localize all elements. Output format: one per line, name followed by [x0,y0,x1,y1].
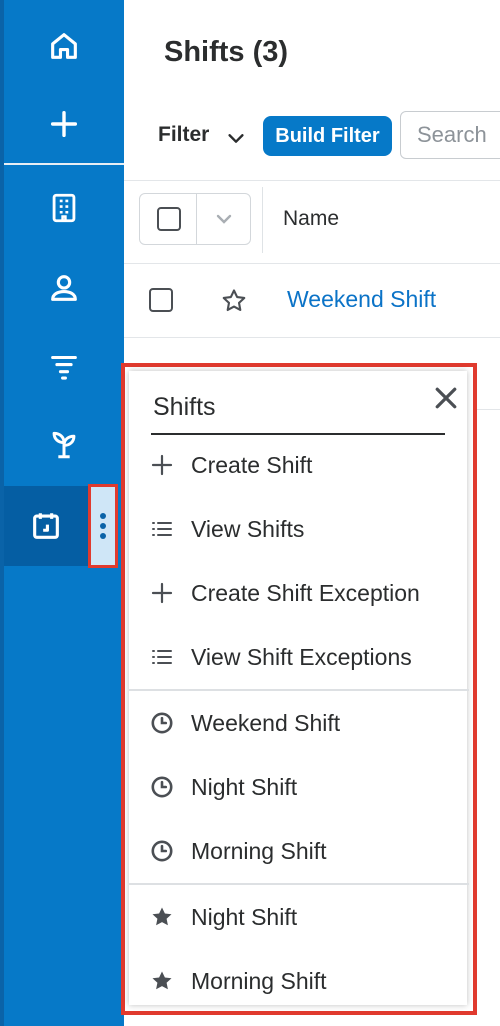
sidebar-item-home[interactable] [4,6,124,86]
module-menu-button[interactable] [88,484,118,568]
menu-item-label: Night Shift [191,903,298,930]
build-filter-button[interactable]: Build Filter [263,116,392,156]
module-menu: Shifts Create Shift View Shifts Create S… [129,371,469,1007]
menu-item-label: Night Shift [191,773,298,800]
menu-item-label: Morning Shift [191,967,327,994]
sidebar-item-contacts[interactable] [4,248,124,328]
menu-item-view-shifts[interactable]: View Shifts [129,503,469,555]
menu-item-label: Weekend Shift [191,709,341,736]
filter-icon [51,355,77,380]
menu-item-favorite[interactable]: Morning Shift [129,955,469,1007]
plus-icon [149,452,175,478]
menu-divider [129,883,469,885]
list-icon [149,516,175,542]
chevron-down-icon[interactable] [212,207,236,231]
close-icon[interactable] [431,383,461,413]
filter-dropdown[interactable]: Filter [158,123,209,147]
menu-item-label: View Shifts [191,515,305,542]
plus-icon [149,580,175,606]
menu-item-label: Morning Shift [191,837,327,864]
search-input[interactable]: Search [400,111,500,159]
menu-item-view-shift-exceptions[interactable]: View Shift Exceptions [129,631,469,683]
home-icon [51,33,77,59]
menu-divider [129,689,469,691]
star-icon [149,904,175,930]
clock-icon [149,838,175,864]
menu-item-create-shift-exception[interactable]: Create Shift Exception [129,567,469,619]
chevron-down-icon[interactable] [225,127,247,149]
menu-item-label: View Shift Exceptions [191,643,412,670]
column-header-name[interactable]: Name [283,207,339,231]
menu-item-label: Create Shift Exception [191,579,420,606]
select-all-checkbox[interactable] [157,207,181,231]
clock-icon [149,710,175,736]
column-divider [262,187,263,253]
plus-icon [50,110,78,138]
menu-title: Shifts [153,393,216,421]
divider [196,194,197,244]
page-title: Shifts (3) [164,36,289,68]
module-menu-highlight: Shifts Create Shift View Shifts Create S… [121,363,477,1015]
kebab-icon [100,513,106,539]
row-checkbox[interactable] [149,288,173,312]
star-icon [149,968,175,994]
menu-item-recent[interactable]: Weekend Shift [129,697,469,749]
sidebar-item-filter[interactable] [4,326,124,406]
list-icon [149,644,175,670]
calendar-icon [33,513,59,539]
clock-icon [149,774,175,800]
sprout-icon [52,431,76,459]
menu-item-create-shift[interactable]: Create Shift [129,439,469,491]
sidebar-item-create[interactable] [4,84,124,164]
menu-item-favorite[interactable]: Night Shift [129,891,469,943]
sidebar-divider [4,163,124,165]
sidebar-item-accounts[interactable] [4,168,124,248]
menu-item-recent[interactable]: Night Shift [129,761,469,813]
building-icon [52,193,76,223]
menu-item-label: Create Shift [191,451,313,478]
sidebar-item-opportunities[interactable] [4,404,124,484]
mass-select-control[interactable] [139,193,251,245]
star-outline-icon[interactable] [220,287,248,315]
menu-item-recent[interactable]: Morning Shift [129,825,469,877]
sidebar-item-shifts[interactable] [4,486,88,566]
sidebar [0,0,124,1026]
record-link[interactable]: Weekend Shift [287,286,436,313]
person-icon [51,275,77,301]
menu-title-underline [151,433,445,435]
